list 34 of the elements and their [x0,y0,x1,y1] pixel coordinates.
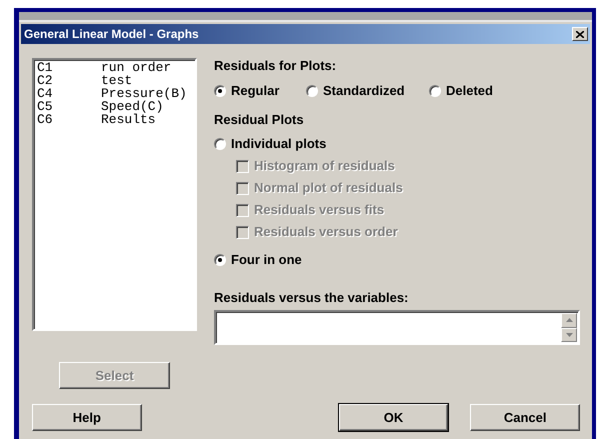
variables-field[interactable] [214,310,580,345]
checkbox-label: Residuals versus order [254,224,398,240]
radio-label: Four in one [231,252,302,268]
up-arrow-icon [566,318,572,322]
radio-button[interactable] [214,138,226,150]
radio-button[interactable] [429,85,441,97]
close-icon [576,30,584,38]
radio-label: Standardized [323,83,405,99]
variable-item[interactable]: C5 Speed(C) [37,100,192,113]
dialog-button[interactable]: OK [338,404,448,431]
radio-label: Individual plots [231,136,326,152]
checkbox-label: Histogram of residuals [254,158,395,174]
checkbox-label: Residuals versus fits [254,202,384,218]
radio-label: Deleted [446,83,493,99]
checkbox-label: Normal plot of residuals [254,180,403,196]
variable-item[interactable]: C6 Results [37,113,192,126]
field-label: Residuals versus the variables: [214,290,410,306]
radio-button[interactable] [306,85,318,97]
radio-button[interactable] [214,254,226,266]
close-button[interactable] [572,27,588,41]
window-title: General Linear Model - Graphs [24,27,199,41]
down-arrow-icon [566,332,572,337]
section-heading: Residuals for Plots: [214,58,338,74]
radio-label: Regular [231,83,280,99]
dialog-button[interactable]: Help [32,404,142,431]
radio-button[interactable] [214,85,226,97]
variable-item[interactable]: C4 Pressure(B) [37,87,192,100]
scroll-down-button[interactable] [561,328,577,342]
variable-list[interactable]: C1 run order C2 test C4 Pressure(B) C5 Speed(C) C6 Results [32,58,197,331]
dialog-button[interactable]: Cancel [470,404,580,431]
section-heading: Residual Plots [214,112,305,128]
variable-item[interactable]: C2 test [37,74,192,87]
scroll-up-button[interactable] [561,313,577,328]
variable-item[interactable]: C1 run order [37,61,192,74]
